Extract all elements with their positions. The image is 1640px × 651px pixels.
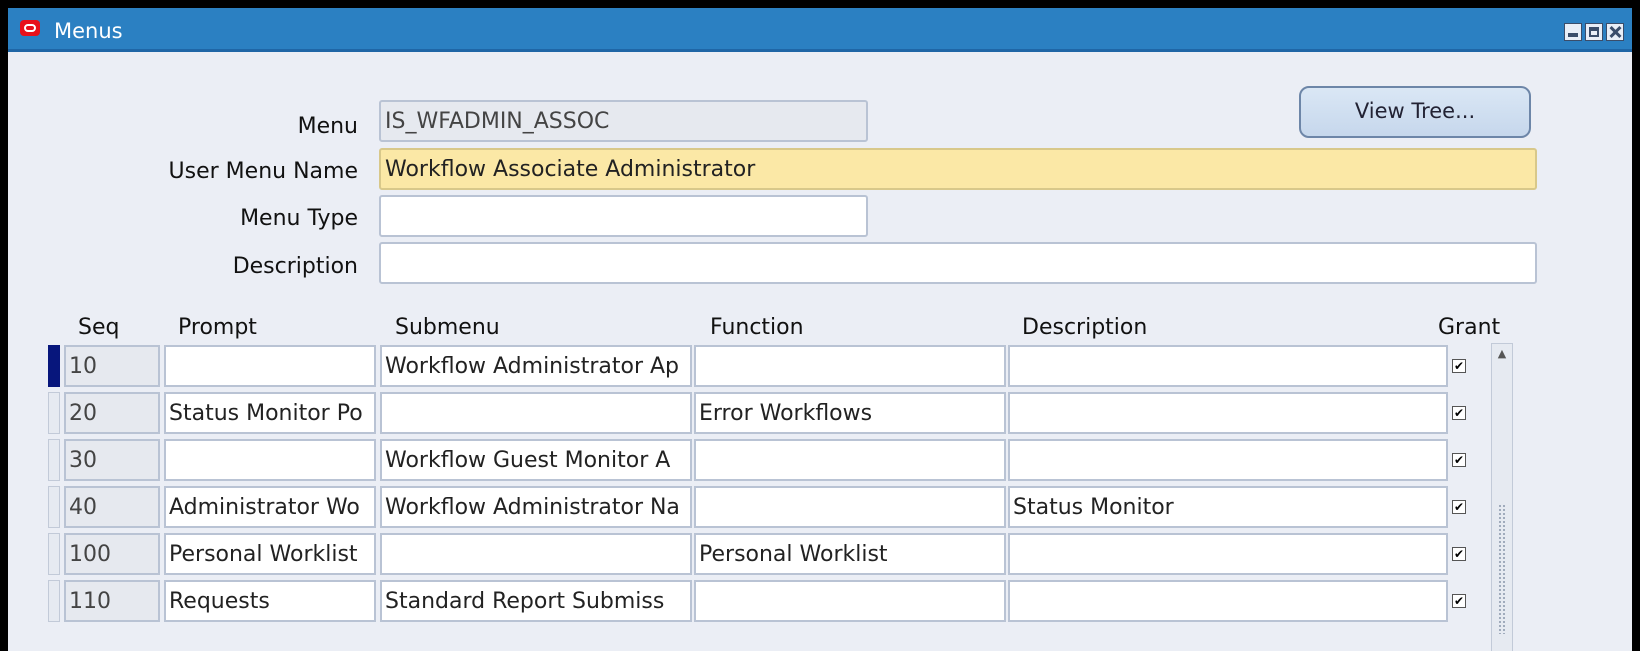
row-selector-current[interactable] bbox=[48, 345, 60, 387]
seq-cell[interactable]: 110 bbox=[64, 580, 160, 622]
window-controls bbox=[1564, 23, 1624, 41]
maximize-icon[interactable] bbox=[1585, 23, 1603, 41]
submenu-cell[interactable]: Standard Report Submiss bbox=[380, 580, 692, 622]
description-cell[interactable]: Status Monitor bbox=[1008, 486, 1448, 528]
prompt-cell[interactable] bbox=[164, 345, 376, 387]
col-submenu-header: Submenu bbox=[395, 315, 500, 340]
submenu-cell[interactable] bbox=[380, 392, 692, 434]
description-cell[interactable] bbox=[1008, 345, 1448, 387]
oracle-icon bbox=[20, 20, 40, 36]
col-grant-header: Grant bbox=[1438, 315, 1501, 340]
grant-checkbox[interactable]: ✔ bbox=[1452, 547, 1466, 561]
prompt-cell[interactable]: Personal Worklist bbox=[164, 533, 376, 575]
col-prompt-header: Prompt bbox=[178, 315, 257, 340]
seq-cell[interactable]: 20 bbox=[64, 392, 160, 434]
menus-window: Menus Menu IS_WFADMIN_ASSOC View Tree...… bbox=[8, 8, 1632, 651]
row-selector[interactable] bbox=[48, 439, 60, 481]
close-icon[interactable] bbox=[1606, 23, 1624, 41]
seq-cell[interactable]: 10 bbox=[64, 345, 160, 387]
menu-label: Menu bbox=[297, 114, 358, 139]
function-cell[interactable]: Error Workflows bbox=[694, 392, 1006, 434]
description-cell[interactable] bbox=[1008, 533, 1448, 575]
function-cell[interactable]: Personal Worklist bbox=[694, 533, 1006, 575]
scroll-up-arrow-icon[interactable]: ▲ bbox=[1493, 345, 1511, 363]
function-cell[interactable] bbox=[694, 580, 1006, 622]
user-menu-name-label: User Menu Name bbox=[168, 159, 358, 184]
col-description-header: Description bbox=[1022, 315, 1148, 340]
minimize-icon[interactable] bbox=[1564, 23, 1582, 41]
row-selector[interactable] bbox=[48, 392, 60, 434]
description-cell[interactable] bbox=[1008, 392, 1448, 434]
col-seq-header: Seq bbox=[78, 315, 120, 340]
description-label: Description bbox=[232, 254, 358, 279]
submenu-cell[interactable] bbox=[380, 533, 692, 575]
prompt-cell[interactable]: Requests bbox=[164, 580, 376, 622]
title-bar[interactable]: Menus bbox=[8, 8, 1632, 52]
prompt-cell[interactable]: Status Monitor Po bbox=[164, 392, 376, 434]
scroll-grip[interactable] bbox=[1498, 504, 1506, 634]
function-cell[interactable] bbox=[694, 345, 1006, 387]
prompt-cell[interactable]: Administrator Wo bbox=[164, 486, 376, 528]
prompt-cell[interactable] bbox=[164, 439, 376, 481]
grant-checkbox[interactable]: ✔ bbox=[1452, 453, 1466, 467]
menu-type-field[interactable] bbox=[379, 195, 868, 237]
view-tree-button[interactable]: View Tree... bbox=[1299, 86, 1531, 138]
submenu-cell[interactable]: Workflow Administrator Ap bbox=[380, 345, 692, 387]
grant-checkbox[interactable]: ✔ bbox=[1452, 500, 1466, 514]
grant-checkbox[interactable]: ✔ bbox=[1452, 359, 1466, 373]
user-menu-name-field[interactable]: Workflow Associate Administrator bbox=[379, 148, 1537, 190]
function-cell[interactable] bbox=[694, 486, 1006, 528]
menu-field[interactable]: IS_WFADMIN_ASSOC bbox=[379, 100, 868, 142]
description-field[interactable] bbox=[379, 242, 1537, 284]
seq-cell[interactable]: 30 bbox=[64, 439, 160, 481]
row-selector[interactable] bbox=[48, 486, 60, 528]
row-selector[interactable] bbox=[48, 580, 60, 622]
seq-cell[interactable]: 100 bbox=[64, 533, 160, 575]
submenu-cell[interactable]: Workflow Administrator Na bbox=[380, 486, 692, 528]
seq-cell[interactable]: 40 bbox=[64, 486, 160, 528]
grid-scrollbar[interactable]: ▲ bbox=[1491, 343, 1513, 651]
window-title: Menus bbox=[54, 19, 123, 43]
row-selector[interactable] bbox=[48, 533, 60, 575]
description-cell[interactable] bbox=[1008, 580, 1448, 622]
description-cell[interactable] bbox=[1008, 439, 1448, 481]
menu-type-label: Menu Type bbox=[240, 206, 358, 231]
grant-checkbox[interactable]: ✔ bbox=[1452, 594, 1466, 608]
grant-checkbox[interactable]: ✔ bbox=[1452, 406, 1466, 420]
col-function-header: Function bbox=[710, 315, 804, 340]
function-cell[interactable] bbox=[694, 439, 1006, 481]
submenu-cell[interactable]: Workflow Guest Monitor A bbox=[380, 439, 692, 481]
